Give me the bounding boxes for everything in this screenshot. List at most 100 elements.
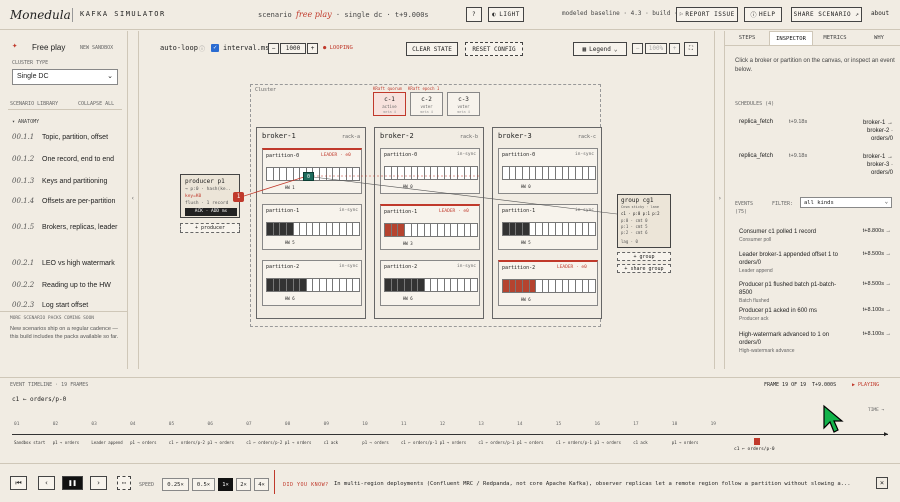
timeline-event[interactable]: p1 → orders [208, 440, 235, 445]
chevron-down-icon: ⌄ [884, 199, 888, 205]
tip-divider [274, 470, 275, 494]
offset-marker[interactable]: 0 [303, 172, 314, 181]
pause-button[interactable]: ❚❚ [62, 476, 83, 490]
frame-number[interactable]: 09 [324, 422, 329, 427]
speed-option[interactable]: 4× [254, 478, 269, 491]
offset-marker-value: 0 [306, 174, 310, 180]
event-kind: Consumer poll [739, 237, 772, 243]
pause-icon: ❚❚ [68, 479, 77, 487]
frame-number[interactable]: 05 [169, 422, 174, 427]
timeline-event[interactable]: p1 → orders [517, 440, 544, 445]
tip-label: DID YOU KNOW? [283, 482, 329, 488]
schedule-name: replica_fetch [739, 153, 774, 159]
event-item[interactable]: Producer p1 acked in 600 ms t+8.100s → Pro… [739, 307, 891, 329]
divider [725, 45, 900, 46]
timeline-event[interactable]: p1 → orders [595, 440, 622, 445]
timeline-event[interactable]: c1 ← orders/p-1 [401, 440, 437, 445]
schedule-item[interactable]: replica_fetch t+9.18s broker-1 → broker-3 … [739, 153, 893, 183]
right-collapse-rail[interactable]: › [714, 31, 724, 369]
step-back-button[interactable]: ‹ [38, 476, 55, 490]
event-text: Consumer c1 polled 1 record [739, 229, 817, 235]
frame-number[interactable]: 18 [672, 422, 677, 427]
schedules-label: SCHEDULES (4) [735, 101, 775, 107]
speed-option[interactable]: 0.5× [192, 478, 215, 491]
skip-start-button[interactable]: ⏮ [10, 476, 27, 490]
timeline-event[interactable]: c1 ← orders/p-2 [246, 440, 282, 445]
right-panel: STEPS INSPECTOR METRICS WHY Click a broker … [724, 31, 900, 369]
event-item[interactable]: Consumer c1 polled 1 record t+8.800s → Con… [739, 228, 891, 250]
timeline-event[interactable]: p1 → orders [53, 440, 80, 445]
frame-number[interactable]: 01 [14, 422, 19, 427]
schedule-item[interactable]: replica_fetch t+9.18s broker-1 → broker-2 … [739, 119, 893, 149]
frame-number[interactable]: 06 [208, 422, 213, 427]
event-item[interactable]: High-watermark advanced to 1 on orders/0… [739, 331, 891, 354]
event-text: Leader broker-1 appended offset 1 to ord… [739, 252, 838, 266]
step-forward-button[interactable]: › [90, 476, 107, 490]
arrow-right-icon: ▶ [884, 430, 889, 438]
filter-select[interactable]: all kinds ⌄ [800, 197, 892, 208]
schedule-time: t+9.18s [789, 153, 808, 159]
timeline-event[interactable]: p1 → orders [130, 440, 157, 445]
tab-why[interactable]: WHY [857, 31, 900, 45]
event-text: Producer p1 acked in 600 ms [739, 308, 818, 314]
timeline-event[interactable]: Leader append [91, 440, 122, 445]
tab-steps[interactable]: STEPS [725, 31, 769, 45]
event-kind: Batch flushed [739, 298, 770, 304]
timeline-event[interactable]: c1 ack [324, 440, 338, 445]
timeline-event[interactable]: p1 → orders [362, 440, 389, 445]
timeline-event[interactable]: c1 ← orders/p-1 [478, 440, 514, 445]
frame-number[interactable]: 11 [401, 422, 406, 427]
frame-number[interactable]: 19 [711, 422, 716, 427]
speed-option[interactable]: 2× [236, 478, 251, 491]
frame-number[interactable]: 13 [478, 422, 483, 427]
produce-arrow [243, 176, 305, 197]
frame-number[interactable]: 02 [53, 422, 58, 427]
event-item[interactable]: Producer p1 flushed batch p1-batch-8500 t… [739, 281, 891, 304]
chevron-right-icon: › [96, 479, 101, 487]
current-frame-marker[interactable] [754, 438, 760, 445]
schedule-target: broker-1 → broker-3 · orders/0 [862, 154, 893, 176]
frame-number[interactable]: 12 [440, 422, 445, 427]
tab-inspector[interactable]: INSPECTOR [769, 31, 813, 45]
event-time: t+8.100s → [862, 331, 891, 337]
fetch-arrow [312, 176, 618, 215]
mouse-cursor-icon [823, 404, 844, 433]
timeline-event[interactable]: c1 ← orders/p-2 [169, 440, 205, 445]
timeline-event[interactable]: p1 → orders [285, 440, 312, 445]
event-text: High-watermark advanced to 1 on orders/0 [739, 332, 830, 346]
frame-number[interactable]: 07 [246, 422, 251, 427]
timeline-time: T+9.000S [812, 382, 837, 388]
event-time: t+8.800s → [862, 228, 891, 234]
timeline-axis [12, 434, 888, 435]
frame-number[interactable]: 16 [595, 422, 600, 427]
speed-option[interactable]: 1× [218, 478, 233, 491]
timeline-partition: c1 ← orders/p-0 [12, 396, 67, 403]
tab-metrics[interactable]: METRICS [813, 31, 857, 45]
timeline-event[interactable]: p1 → orders [440, 440, 467, 445]
event-text: Producer p1 flushed batch p1-batch-8500 [739, 282, 837, 296]
timeline-event[interactable]: Sandbox start [14, 440, 45, 445]
timeline-event[interactable]: p1 → orders [672, 440, 699, 445]
frame-number[interactable]: 08 [285, 422, 290, 427]
chevron-right-icon: › [718, 195, 722, 202]
timeline-title: EVENT TIMELINE · 19 FRAMES [10, 382, 89, 388]
event-timeline: EVENT TIMELINE · 19 FRAMES FRAME 19 OF 1… [0, 377, 900, 461]
speed-option[interactable]: 0.25× [162, 478, 189, 491]
filter-value: all kinds [804, 200, 834, 206]
frame-number[interactable]: 14 [517, 422, 522, 427]
schedule-time: t+9.18s [789, 119, 808, 125]
frame-number[interactable]: 03 [91, 422, 96, 427]
event-item[interactable]: Leader broker-1 appended offset 1 to ord… [739, 251, 891, 274]
speed-label: SPEED [139, 482, 155, 488]
timeline-event[interactable]: c1 ack [633, 440, 647, 445]
skip-start-icon: ⏮ [15, 478, 22, 487]
frame-number[interactable]: 15 [556, 422, 561, 427]
frame-number[interactable]: 10 [362, 422, 367, 427]
event-time: t+8.100s → [862, 307, 891, 313]
tip-close-button[interactable]: × [876, 477, 888, 489]
skip-end-button[interactable]: ⋯ [117, 476, 131, 490]
close-icon: × [879, 479, 885, 487]
frame-number[interactable]: 04 [130, 422, 135, 427]
frame-number[interactable]: 17 [633, 422, 638, 427]
timeline-event[interactable]: c1 ← orders/p-1 [556, 440, 592, 445]
